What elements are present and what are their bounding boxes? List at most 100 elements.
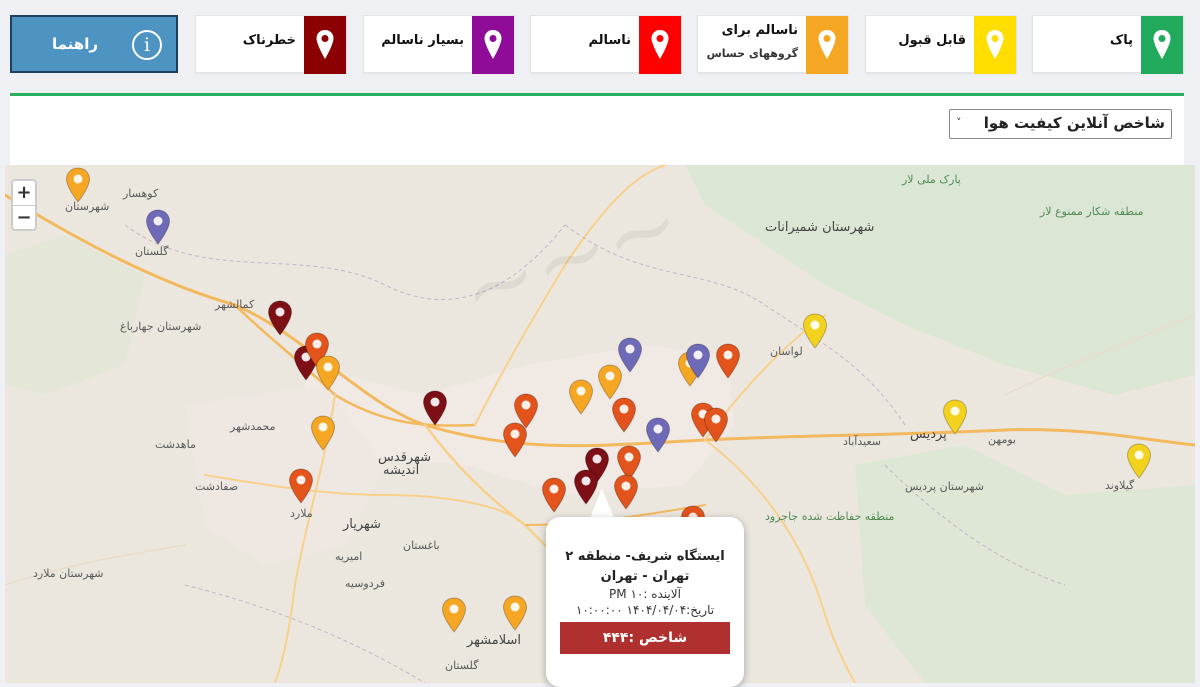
popup-pollutant: آلاینده :PM ۱۰ bbox=[609, 587, 681, 601]
aqi-type-select-value: شاخص آنلاین کیفیت هوا bbox=[983, 114, 1165, 132]
legend-label: ناسالم bbox=[588, 33, 631, 48]
station-marker[interactable] bbox=[267, 300, 293, 336]
station-marker[interactable] bbox=[288, 468, 314, 504]
legend-item-unhealthy[interactable]: ناسالم bbox=[530, 15, 682, 74]
map-place-label: سعیدآباد bbox=[843, 435, 881, 448]
guide-button[interactable]: راهنما i bbox=[10, 15, 178, 73]
map-place-label: فردوسیه bbox=[345, 577, 385, 590]
station-marker[interactable] bbox=[541, 477, 567, 513]
station-marker[interactable] bbox=[802, 313, 828, 349]
map-place-label: شهرستان پردیس bbox=[905, 480, 984, 493]
location-pin-icon bbox=[685, 343, 711, 379]
map-place-label: لواسان bbox=[770, 345, 803, 358]
legend-label: قابل قبول bbox=[898, 33, 966, 48]
location-pin-icon bbox=[1153, 30, 1171, 59]
map-place-label: شهرقدس bbox=[378, 450, 431, 465]
station-marker[interactable] bbox=[942, 399, 968, 435]
location-pin-icon bbox=[986, 30, 1004, 59]
chevron-down-icon: ˅ bbox=[956, 116, 962, 129]
location-pin-icon bbox=[645, 417, 671, 453]
zoom-in-button[interactable]: + bbox=[13, 181, 35, 205]
location-pin-icon bbox=[65, 167, 91, 203]
location-pin-icon bbox=[502, 595, 528, 631]
station-marker[interactable] bbox=[685, 343, 711, 379]
info-icon: i bbox=[132, 30, 162, 60]
location-pin-icon bbox=[315, 355, 341, 391]
location-pin-icon bbox=[613, 474, 639, 510]
station-marker[interactable] bbox=[502, 595, 528, 631]
aqi-type-select[interactable]: شاخص آنلاین کیفیت هوا ˅ bbox=[949, 109, 1172, 139]
map-place-label: کمالشهر bbox=[215, 298, 255, 311]
station-marker[interactable] bbox=[715, 343, 741, 379]
legend-item-acceptable[interactable]: قابل قبول bbox=[865, 15, 1017, 74]
legend-item-unhealthy-sensitive[interactable]: ناسالم برای گروههای حساس bbox=[697, 15, 849, 74]
station-marker[interactable] bbox=[441, 597, 467, 633]
legend-color bbox=[806, 16, 848, 74]
legend-color bbox=[639, 16, 681, 74]
location-pin-icon bbox=[541, 477, 567, 513]
popup-index-badge: شاخص :۴۴۴ bbox=[560, 622, 730, 654]
station-marker[interactable] bbox=[1126, 443, 1152, 479]
location-pin-icon bbox=[651, 30, 669, 59]
location-pin-icon bbox=[513, 393, 539, 429]
location-pin-icon bbox=[316, 30, 334, 59]
zoom-control: + − bbox=[11, 179, 37, 231]
map-place-label: شهرستان ملارد bbox=[33, 567, 104, 580]
popup-tip bbox=[590, 488, 614, 518]
legend-item-clean[interactable]: پاک bbox=[1032, 15, 1184, 74]
station-marker[interactable] bbox=[422, 390, 448, 426]
map-place-label: گلستان bbox=[445, 659, 479, 672]
station-marker[interactable] bbox=[513, 393, 539, 429]
popup-datetime: تاریخ:۱۴۰۴/۰۴/۰۴ ۱۰:۰۰:۰۰ bbox=[575, 603, 715, 617]
location-pin-icon bbox=[1126, 443, 1152, 479]
station-marker[interactable] bbox=[145, 209, 171, 245]
map-place-label: محمدشهر bbox=[230, 420, 276, 433]
location-pin-icon bbox=[310, 415, 336, 451]
popup-city: تهران - تهران bbox=[600, 569, 690, 584]
map-place-label: اسلامشهر bbox=[467, 633, 521, 648]
location-pin-icon bbox=[611, 397, 637, 433]
legend-label: پاک bbox=[1109, 33, 1133, 48]
station-marker[interactable] bbox=[617, 337, 643, 373]
popup-station-name: ایستگاه شریف- منطقه ۲ bbox=[565, 549, 725, 564]
location-pin-icon bbox=[703, 407, 729, 443]
map-place-label: کوهسار bbox=[123, 187, 159, 200]
legend-color bbox=[472, 16, 514, 74]
map-place-label: شهریار bbox=[343, 517, 381, 532]
legend-item-hazardous[interactable]: خطرناک bbox=[195, 15, 347, 74]
station-marker[interactable] bbox=[611, 397, 637, 433]
map-place-label: ماهدشت bbox=[155, 438, 196, 451]
station-popup: ایستگاه شریف- منطقه ۲ تهران - تهران آلای… bbox=[546, 517, 744, 687]
station-marker[interactable] bbox=[613, 474, 639, 510]
location-pin-icon bbox=[145, 209, 171, 245]
aqi-panel: شاخص آنلاین کیفیت هوا ˅ bbox=[10, 93, 1184, 165]
station-marker[interactable] bbox=[310, 415, 336, 451]
map-place-label: منطقه شکار ممنوع لار bbox=[1040, 205, 1144, 218]
legend-label: خطرناک bbox=[242, 33, 296, 48]
location-pin-icon bbox=[802, 313, 828, 349]
map-place-label: بومهن bbox=[988, 433, 1017, 446]
station-marker[interactable] bbox=[645, 417, 671, 453]
location-pin-icon bbox=[484, 30, 502, 59]
guide-button-label: راهنما bbox=[52, 35, 98, 53]
map-place-label: شهرستان جهارباغ bbox=[120, 320, 202, 333]
map-place-label: باغستان bbox=[403, 539, 440, 552]
station-marker[interactable] bbox=[315, 355, 341, 391]
legend-label: ناسالم برای bbox=[721, 23, 798, 38]
map-place-label: اندیشه bbox=[383, 463, 420, 478]
station-marker[interactable] bbox=[703, 407, 729, 443]
station-marker[interactable] bbox=[65, 167, 91, 203]
location-pin-icon bbox=[715, 343, 741, 379]
map-place-label: امیریه bbox=[335, 550, 363, 563]
location-pin-icon bbox=[422, 390, 448, 426]
location-pin-icon bbox=[617, 337, 643, 373]
location-pin-icon bbox=[441, 597, 467, 633]
legend-item-very-unhealthy[interactable]: بسیار ناسالم bbox=[363, 15, 515, 74]
map-place-label: صفادشت bbox=[195, 480, 239, 493]
station-marker[interactable] bbox=[568, 379, 594, 415]
legend-color bbox=[1141, 16, 1183, 74]
location-pin-icon bbox=[288, 468, 314, 504]
location-pin-icon bbox=[818, 30, 836, 59]
legend-sublabel: گروههای حساس bbox=[706, 47, 798, 60]
zoom-out-button[interactable]: − bbox=[13, 205, 35, 230]
